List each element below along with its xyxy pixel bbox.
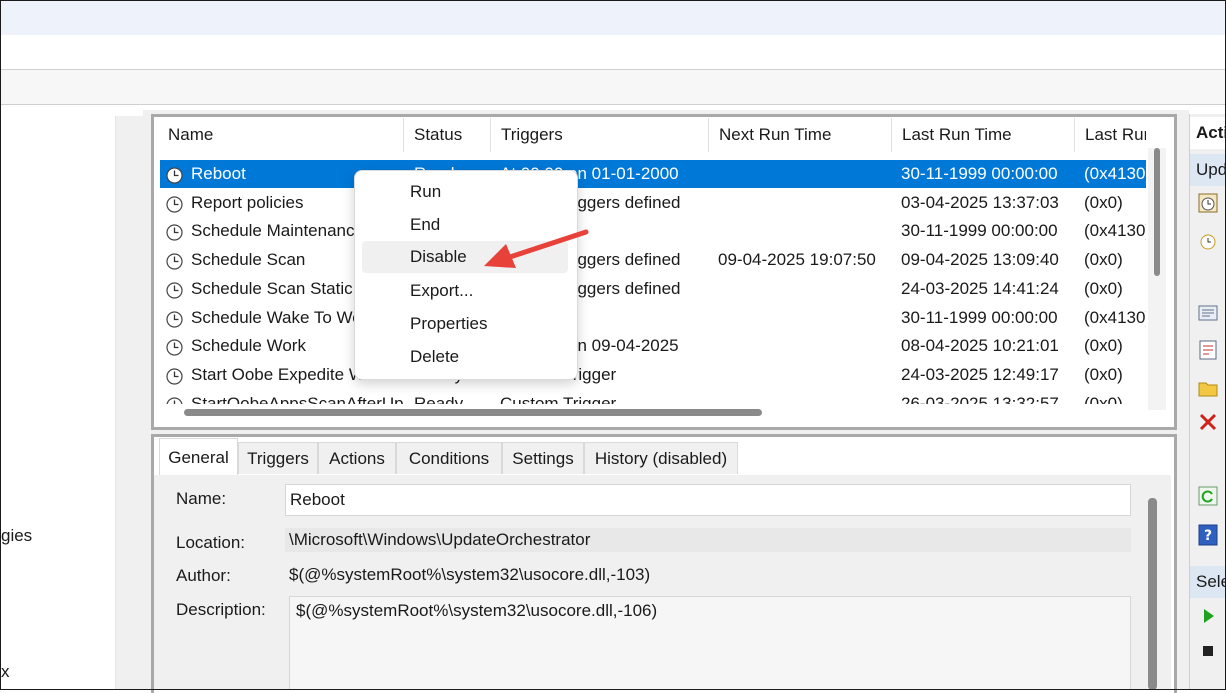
delete-icon[interactable] — [1198, 412, 1218, 432]
name-label: Name: — [176, 489, 227, 508]
cell-last-run-time: 30-11-1999 00:00:00 — [901, 164, 1058, 183]
horizontal-scroll-thumb[interactable] — [184, 409, 762, 416]
tab-settings[interactable]: Settings — [502, 442, 584, 474]
svg-text:?: ? — [1204, 528, 1212, 544]
name-field[interactable]: Reboot — [285, 484, 1131, 516]
menu-bar — [1, 35, 1225, 70]
cell-last-run-time: 09-04-2025 13:09:40 — [901, 250, 1059, 269]
location-value[interactable]: \Microsoft\Windows\UpdateOrchestrator — [285, 528, 1131, 552]
actions-header: Acti — [1190, 117, 1226, 149]
cell-last-run-time: 08-04-2025 10:21:01 — [901, 336, 1059, 355]
actions-section-task-folder[interactable]: Upd — [1190, 154, 1226, 186]
create-basic-task-icon[interactable] — [1198, 232, 1218, 252]
cell-last-run-result: (0x0) — [1084, 279, 1123, 298]
new-folder-icon[interactable] — [1198, 378, 1218, 398]
tab-actions[interactable]: Actions — [318, 442, 396, 474]
table-row[interactable]: Schedule WorkReadyAt 00:00 on 09-04-2025… — [160, 332, 1146, 360]
clock-icon — [166, 280, 183, 299]
table-row[interactable]: Report policiesReadyMultiple triggers de… — [160, 189, 1146, 217]
import-task-icon[interactable] — [1198, 303, 1218, 323]
author-label: Author: — [176, 566, 231, 585]
cell-last-run-result: (0x0) — [1084, 193, 1123, 212]
table-row[interactable]: Schedule Scan Static TaskReadyMultiple t… — [160, 275, 1146, 303]
cell-last-run-result: (0x4130) — [1084, 221, 1146, 240]
cell-last-run-time: 03-04-2025 13:37:03 — [901, 193, 1059, 212]
properties-scrollbar[interactable] — [1148, 498, 1157, 690]
end-icon[interactable] — [1198, 641, 1218, 661]
author-value[interactable]: $(@%systemRoot%\system32\usocore.dll,-10… — [285, 562, 1131, 588]
tab-triggers[interactable]: Triggers — [238, 442, 318, 474]
cell-last-run-result: (0x4130) — [1084, 308, 1146, 327]
menu-item-export[interactable]: Export... — [362, 275, 568, 307]
help-icon[interactable]: ? — [1198, 524, 1218, 546]
clock-icon — [166, 165, 183, 184]
clock-icon — [166, 194, 183, 213]
table-row[interactable]: Start Oobe Expedite WorkReadyCustom Trig… — [160, 361, 1146, 389]
cell-last-run-time: 24-03-2025 12:49:17 — [901, 365, 1059, 384]
cell-last-run-time: 24-03-2025 14:41:24 — [901, 279, 1059, 298]
table-row[interactable]: Schedule Wake To WorkReady30-11-1999 00:… — [160, 304, 1146, 332]
run-icon[interactable] — [1198, 606, 1218, 626]
column-header-triggers[interactable]: Triggers — [491, 118, 709, 152]
column-header-last-run-time[interactable]: Last Run Time — [892, 118, 1075, 152]
toolbar — [1, 70, 1225, 105]
cell-next-run-time: 09-04-2025 19:07:50 — [718, 250, 876, 269]
cell-last-run-time: 30-11-1999 00:00:00 — [901, 221, 1058, 240]
actions-section-selected-item[interactable]: Sele — [1190, 566, 1226, 598]
nav-item[interactable]: x — [1, 662, 10, 682]
table-row[interactable]: Schedule ScanReadyMultiple triggers defi… — [160, 246, 1146, 274]
refresh-icon[interactable] — [1198, 486, 1218, 506]
title-bar — [1, 1, 1225, 35]
column-header-last-run-result[interactable]: Last Rur — [1075, 118, 1146, 152]
description-field[interactable]: $(@%systemRoot%\system32\usocore.dll,-10… — [289, 596, 1131, 690]
tab-history[interactable]: History (disabled) — [584, 442, 738, 474]
clock-icon — [166, 309, 183, 328]
cell-last-run-time: 30-11-1999 00:00:00 — [901, 308, 1058, 327]
menu-item-delete[interactable]: Delete — [362, 341, 568, 373]
cell-last-run-result: (0x0) — [1084, 336, 1123, 355]
menu-item-run[interactable]: Run — [362, 176, 568, 208]
clock-icon — [166, 251, 183, 270]
column-header-next-run-time[interactable]: Next Run Time — [709, 118, 892, 152]
table-row[interactable]: RebootReadyAt 00:00 on 01-01-200030-11-1… — [160, 160, 1146, 188]
clock-icon — [166, 337, 183, 356]
location-label: Location: — [176, 533, 245, 552]
cell-last-run-result: (0x4130) — [1084, 164, 1146, 183]
table-row[interactable]: Schedule Maintenance WorkReady30-11-1999… — [160, 217, 1146, 245]
menu-item-properties[interactable]: Properties — [362, 308, 568, 340]
annotation-arrow — [484, 229, 589, 268]
tab-general[interactable]: General — [159, 438, 238, 475]
create-task-icon[interactable] — [1198, 193, 1218, 213]
display-running-tasks-icon[interactable] — [1198, 340, 1218, 360]
vertical-scroll-thumb[interactable] — [1154, 148, 1160, 276]
cell-last-run-result: (0x0) — [1084, 365, 1123, 384]
navigation-pane — [1, 116, 115, 690]
clock-icon — [166, 366, 183, 385]
column-header-status[interactable]: Status — [404, 118, 491, 152]
nav-item[interactable]: gies — [1, 526, 32, 546]
clock-icon — [166, 222, 183, 241]
tab-conditions[interactable]: Conditions — [396, 442, 502, 474]
column-header-name[interactable]: Name — [158, 118, 404, 152]
cell-last-run-result: (0x0) — [1084, 250, 1123, 269]
description-label: Description: — [176, 600, 266, 619]
navigation-scrollbar[interactable] — [115, 116, 144, 690]
